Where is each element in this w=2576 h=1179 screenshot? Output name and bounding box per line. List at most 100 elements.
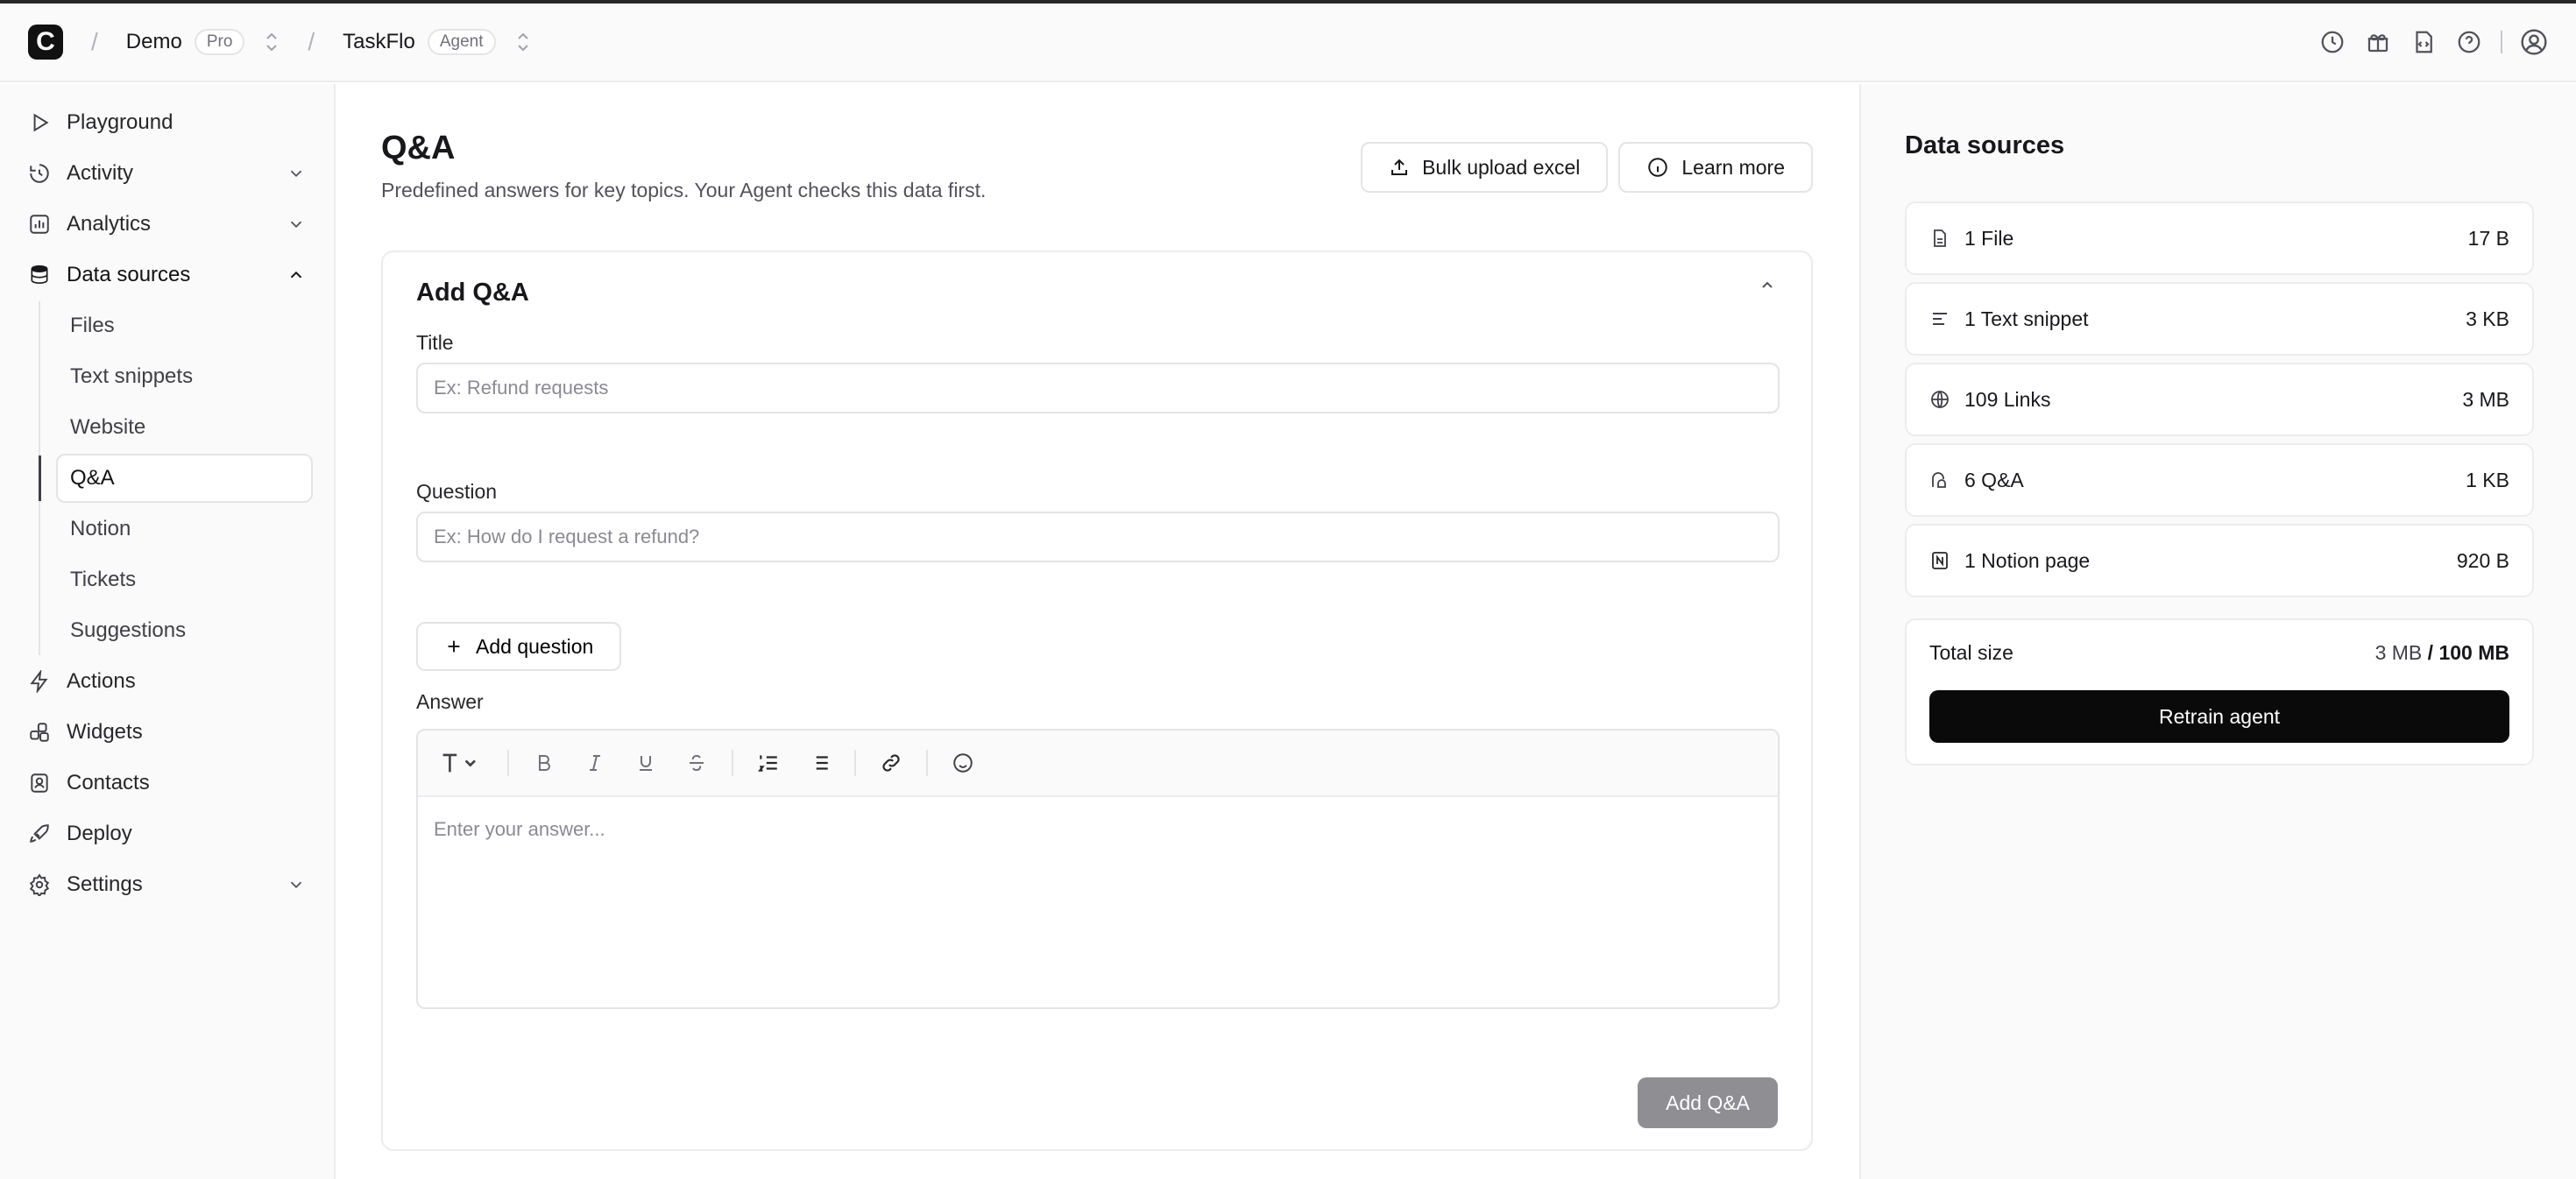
sidebar-item-activity[interactable]: Activity [21, 149, 313, 198]
sidebar-item-settings[interactable]: Settings [21, 860, 313, 909]
add-qa-card: Add Q&A Title Question Add question Answ… [381, 251, 1813, 1151]
contacts-icon [28, 772, 51, 794]
source-row-qa: 6 Q&A 1 KB [1905, 443, 2534, 517]
text-style-dropdown[interactable] [439, 747, 488, 779]
source-size: 920 B [2456, 548, 2509, 572]
bulk-upload-button[interactable]: Bulk upload excel [1361, 142, 1609, 193]
play-icon [28, 111, 51, 134]
history-icon[interactable] [2318, 28, 2346, 56]
total-size-label: Total size [1929, 641, 2013, 664]
answer-textarea[interactable]: Enter your answer... [418, 797, 1778, 862]
source-row-links: 109 Links 3 MB [1905, 363, 2534, 436]
source-label: 6 Q&A [1964, 468, 2024, 491]
total-size-value: 3 MB / 100 MB [2375, 641, 2509, 665]
source-label: 109 Links [1964, 387, 2051, 411]
chevron-up-icon[interactable] [1757, 275, 1778, 296]
chevron-down-icon [287, 215, 306, 234]
sidebar-subitem-tickets[interactable]: Tickets [40, 555, 313, 604]
title-label: Title [416, 331, 454, 354]
learn-more-label: Learn more [1681, 155, 1785, 179]
learn-more-button[interactable]: Learn more [1618, 142, 1813, 193]
add-qa-title: Add Q&A [416, 279, 529, 307]
page-title: Q&A [381, 130, 456, 166]
sidebar-item-label: Contacts [67, 771, 150, 794]
underline-icon[interactable] [630, 747, 662, 779]
toolbar-divider [926, 750, 928, 776]
total-size-card: Total size 3 MB / 100 MB Retrain agent [1905, 618, 2534, 766]
answer-label: Answer [416, 690, 484, 713]
workspace-switcher[interactable]: Demo Pro [126, 29, 280, 55]
code-file-icon[interactable] [2410, 28, 2438, 56]
source-label: 1 Text snippet [1964, 307, 2089, 330]
sidebar-subitem-files[interactable]: Files [40, 301, 313, 350]
sidebar-item-label: Actions [67, 669, 136, 693]
gift-icon[interactable] [2364, 28, 2392, 56]
plus-icon [444, 637, 464, 656]
total-size-used: 3 MB [2374, 641, 2423, 664]
chart-icon [28, 213, 51, 236]
sidebar-item-label: Data sources [67, 263, 191, 286]
strikethrough-icon[interactable] [681, 747, 712, 779]
sidebar-subitem-text-snippets[interactable]: Text snippets [40, 352, 313, 401]
project-type-badge: Agent [427, 29, 496, 55]
bold-icon[interactable] [528, 747, 560, 779]
chevron-updown-icon [515, 31, 531, 53]
emoji-icon[interactable] [947, 747, 979, 779]
bulk-upload-label: Bulk upload excel [1422, 155, 1581, 179]
gear-icon [28, 873, 51, 896]
workspace-plan-badge: Pro [194, 29, 245, 55]
retrain-agent-button[interactable]: Retrain agent [1929, 690, 2509, 743]
help-icon[interactable] [2455, 28, 2483, 56]
add-qa-submit-button[interactable]: Add Q&A [1638, 1077, 1778, 1128]
sidebar-subitem-notion[interactable]: Notion [40, 505, 313, 554]
question-label: Question [416, 480, 498, 503]
sidebar-item-deploy[interactable]: Deploy [21, 809, 313, 858]
qa-chat-icon [1929, 469, 1950, 491]
toolbar-divider [732, 750, 733, 776]
source-size: 1 KB [2466, 468, 2509, 491]
upload-icon [1389, 157, 1410, 178]
chevron-updown-icon [264, 31, 280, 53]
source-row-files: 1 File 17 B [1905, 201, 2534, 275]
sidebar: Playground Activity Analytics Data sourc… [0, 84, 336, 1179]
top-bar: C / Demo Pro / TaskFlo Agent [0, 4, 2576, 82]
rocket-icon [28, 822, 51, 845]
source-size: 17 B [2467, 226, 2509, 250]
data-sources-panel: Data sources 1 File 17 B 1 Text snippet … [1859, 84, 2576, 1179]
sidebar-item-playground[interactable]: Playground [21, 98, 313, 147]
sidebar-item-label: Settings [67, 872, 143, 896]
user-avatar-icon[interactable] [2520, 28, 2548, 56]
sidebar-item-contacts[interactable]: Contacts [21, 759, 313, 808]
total-size-limit: 100 MB [2438, 641, 2509, 664]
italic-icon[interactable] [579, 747, 611, 779]
data-sources-title: Data sources [1905, 131, 2065, 159]
link-icon[interactable] [875, 747, 907, 779]
header-actions [2318, 28, 2548, 56]
sidebar-item-analytics[interactable]: Analytics [21, 200, 313, 249]
notion-icon [1929, 550, 1950, 571]
sidebar-item-label: Deploy [67, 822, 132, 845]
source-label: 1 Notion page [1964, 548, 2091, 572]
sidebar-item-data-sources[interactable]: Data sources [21, 251, 313, 300]
sidebar-item-actions[interactable]: Actions [21, 657, 313, 706]
app-logo[interactable]: C [28, 25, 63, 60]
add-question-button[interactable]: Add question [416, 622, 622, 671]
sidebar-item-label: Widgets [67, 720, 143, 744]
total-size-separator: / [2422, 641, 2439, 664]
main-content: Q&A Predefined answers for key topics. Y… [337, 84, 1858, 1179]
sidebar-subitem-website[interactable]: Website [40, 403, 313, 452]
source-size: 3 MB [2462, 387, 2509, 411]
question-input[interactable] [416, 512, 1780, 562]
project-switcher[interactable]: TaskFlo Agent [343, 29, 530, 55]
sidebar-item-widgets[interactable]: Widgets [21, 708, 313, 757]
workspace-name: Demo [125, 30, 182, 53]
text-lines-icon [1929, 308, 1950, 329]
ordered-list-icon[interactable] [753, 747, 784, 779]
title-input[interactable] [416, 363, 1780, 413]
chevron-up-icon [287, 265, 306, 285]
sidebar-item-label: Analytics [67, 212, 152, 236]
bullet-list-icon[interactable] [803, 747, 835, 779]
file-icon [1929, 228, 1950, 249]
sidebar-subitem-qa[interactable]: Q&A [39, 454, 313, 503]
sidebar-subitem-suggestions[interactable]: Suggestions [40, 606, 313, 655]
